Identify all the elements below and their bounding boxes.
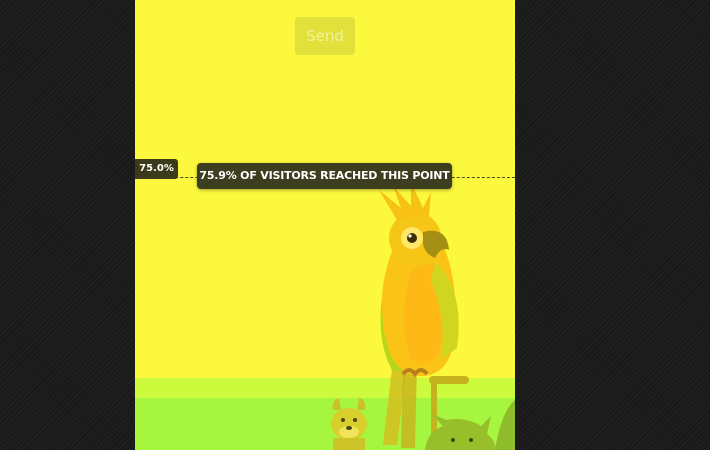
cat-icon: [425, 400, 515, 450]
page-preview: Send: [135, 0, 515, 450]
dog-icon: [331, 398, 367, 450]
right-background: [515, 0, 710, 450]
scroll-depth-tooltip: 75.9% OF VISITORS REACHED THIS POINT: [197, 163, 452, 189]
parrot-icon: [379, 182, 469, 450]
scroll-depth-badge: 75.0%: [135, 159, 178, 179]
pets-illustration: [331, 182, 515, 450]
left-background: [0, 0, 135, 450]
